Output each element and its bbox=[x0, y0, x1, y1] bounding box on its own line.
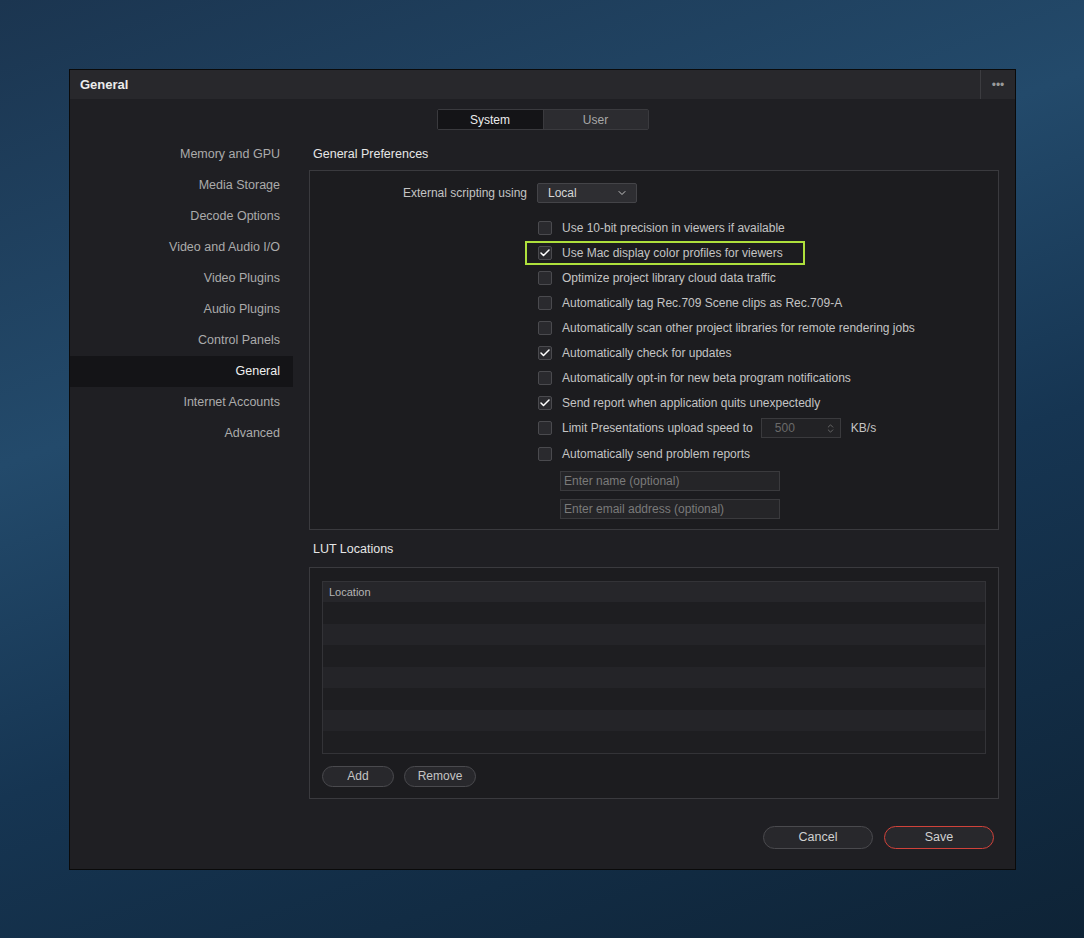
option-row: Automatically send problem reports bbox=[310, 441, 998, 466]
table-row bbox=[323, 710, 985, 732]
check-icon bbox=[539, 397, 551, 409]
highlight-box bbox=[525, 241, 805, 265]
checkbox[interactable] bbox=[538, 296, 552, 310]
option-row: Use Mac display color profiles for viewe… bbox=[310, 240, 998, 265]
checkbox[interactable] bbox=[538, 221, 552, 235]
table-row bbox=[323, 667, 985, 689]
option-row: Use 10-bit precision in viewers if avail… bbox=[310, 215, 998, 240]
option-row: Limit Presentations upload speed to 500 KB… bbox=[310, 415, 998, 441]
sidebar-item[interactable]: Control Panels bbox=[70, 325, 293, 356]
remove-button[interactable]: Remove bbox=[404, 766, 476, 787]
section-title: General Preferences bbox=[313, 145, 428, 164]
text-field[interactable] bbox=[560, 499, 780, 519]
option-label[interactable]: Send report when application quits unexp… bbox=[562, 394, 820, 412]
tab[interactable]: User bbox=[543, 110, 648, 129]
table-row bbox=[323, 731, 985, 753]
table-row bbox=[323, 624, 985, 646]
save-button[interactable]: Save bbox=[884, 826, 994, 849]
option-label[interactable]: Automatically send problem reports bbox=[562, 445, 750, 463]
check-icon bbox=[539, 347, 551, 359]
checkbox[interactable] bbox=[538, 447, 552, 461]
sidebar-item[interactable]: General bbox=[70, 356, 293, 387]
general-preferences-panel: External scripting using Local Use 10-bit … bbox=[309, 170, 999, 530]
window-title: General bbox=[80, 75, 128, 95]
sidebar-item[interactable]: Video and Audio I/O bbox=[70, 232, 293, 263]
menu-button[interactable]: ••• bbox=[980, 70, 1015, 99]
stepper-icon[interactable] bbox=[825, 423, 836, 434]
chevron-down-icon bbox=[616, 187, 628, 199]
checkbox[interactable] bbox=[538, 271, 552, 285]
sidebar-item[interactable]: Video Plugins bbox=[70, 263, 293, 294]
sidebar: Memory and GPUMedia StorageDecode Option… bbox=[70, 139, 293, 849]
cancel-button[interactable]: Cancel bbox=[763, 826, 873, 849]
option-label[interactable]: Automatically scan other project librari… bbox=[562, 319, 915, 337]
option-label[interactable]: Automatically check for updates bbox=[562, 344, 731, 362]
scripting-label: External scripting using bbox=[310, 184, 527, 202]
desktop: General ••• SystemUser Memory and GPUMedia … bbox=[0, 0, 1084, 938]
checkbox[interactable] bbox=[538, 321, 552, 335]
checkbox[interactable] bbox=[538, 246, 552, 260]
table-row bbox=[323, 645, 985, 667]
sidebar-item[interactable]: Audio Plugins bbox=[70, 294, 293, 325]
option-row: Send report when application quits unexp… bbox=[310, 390, 998, 415]
option-row: Optimize project library cloud data traf… bbox=[310, 265, 998, 290]
section-title: LUT Locations bbox=[313, 540, 393, 559]
tab[interactable]: System bbox=[438, 110, 543, 129]
text-field[interactable] bbox=[560, 471, 780, 491]
check-icon bbox=[539, 247, 551, 259]
option-label[interactable]: Use Mac display color profiles for viewe… bbox=[562, 244, 783, 262]
sidebar-item[interactable]: Internet Accounts bbox=[70, 387, 293, 418]
checkbox[interactable] bbox=[538, 346, 552, 360]
option-row: Automatically opt-in for new beta progra… bbox=[310, 365, 998, 390]
checkbox[interactable] bbox=[538, 371, 552, 385]
table-header: Location bbox=[323, 582, 985, 602]
lut-table: Location bbox=[322, 581, 986, 754]
sidebar-item[interactable]: Media Storage bbox=[70, 170, 293, 201]
lut-locations-panel: Location Add Remove bbox=[309, 567, 999, 799]
checkbox[interactable] bbox=[538, 421, 552, 435]
option-row: Automatically tag Rec.709 Scene clips as… bbox=[310, 290, 998, 315]
option-label[interactable]: Limit Presentations upload speed to bbox=[562, 419, 753, 437]
number-field: 500 bbox=[761, 418, 841, 438]
title-bar: General ••• bbox=[70, 70, 1015, 99]
table-row bbox=[323, 688, 985, 710]
sidebar-item[interactable]: Memory and GPU bbox=[70, 139, 293, 170]
unit-label: KB/s bbox=[851, 419, 876, 437]
tab-bar: SystemUser bbox=[437, 109, 649, 130]
option-row: Automatically check for updates bbox=[310, 340, 998, 365]
preferences-window: General ••• SystemUser Memory and GPUMedia … bbox=[69, 69, 1016, 870]
option-label[interactable]: Use 10-bit precision in viewers if avail… bbox=[562, 219, 785, 237]
option-label[interactable]: Optimize project library cloud data traf… bbox=[562, 269, 776, 287]
option-label[interactable]: Automatically tag Rec.709 Scene clips as… bbox=[562, 294, 842, 312]
option-row: Automatically scan other project librari… bbox=[310, 315, 998, 340]
scripting-dropdown[interactable]: Local bbox=[537, 183, 637, 203]
sidebar-item[interactable]: Decode Options bbox=[70, 201, 293, 232]
add-button[interactable]: Add bbox=[322, 766, 394, 787]
table-row bbox=[323, 602, 985, 624]
option-label[interactable]: Automatically opt-in for new beta progra… bbox=[562, 369, 851, 387]
sidebar-item[interactable]: Advanced bbox=[70, 418, 293, 449]
checkbox[interactable] bbox=[538, 396, 552, 410]
